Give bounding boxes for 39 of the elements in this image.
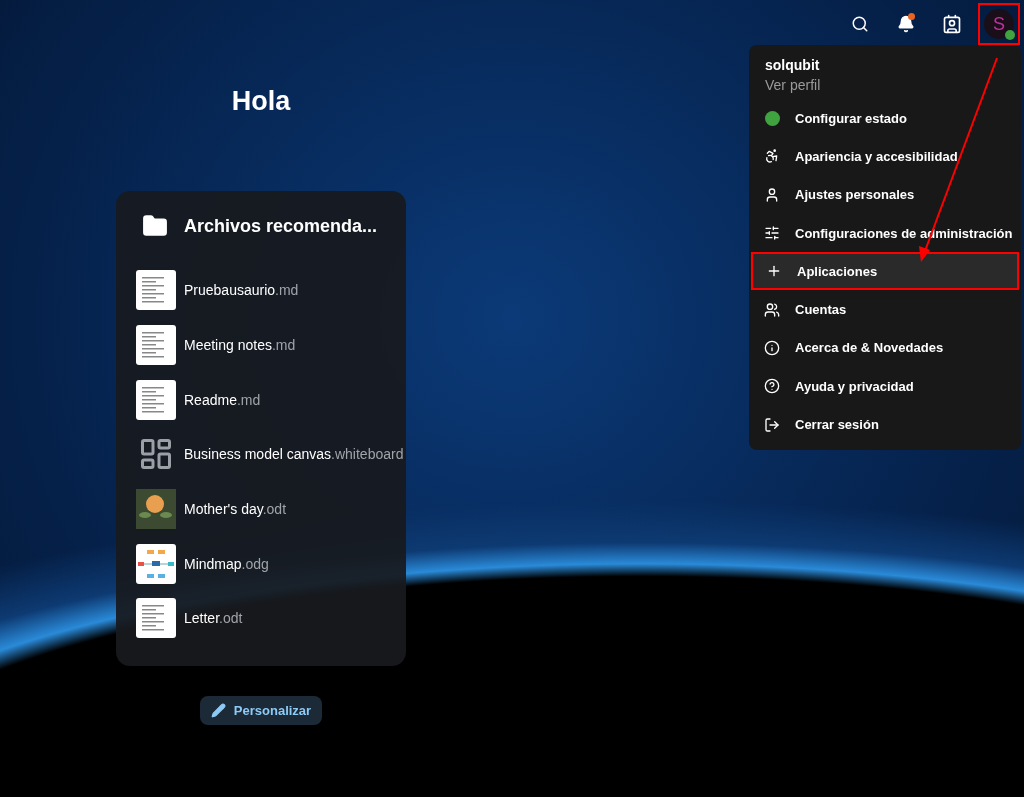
sliders-icon bbox=[764, 225, 780, 242]
menu-item[interactable]: Cerrar sesión bbox=[749, 405, 1021, 444]
avatar-button[interactable]: S bbox=[978, 3, 1020, 45]
file-name[interactable]: Mindmap.odg bbox=[184, 555, 269, 572]
file-name[interactable]: Mother's day.odt bbox=[184, 501, 287, 518]
greeting-heading: Hola bbox=[231, 86, 291, 118]
file-name[interactable]: Pruebausaurio.md bbox=[184, 282, 299, 299]
document-thumbnail bbox=[136, 379, 176, 420]
mindmap-thumbnail bbox=[136, 543, 176, 584]
people-icon bbox=[764, 301, 780, 318]
accessibility-icon bbox=[764, 148, 780, 165]
contact-card-icon bbox=[942, 14, 962, 34]
search-icon bbox=[851, 15, 869, 33]
file-name[interactable]: Business model canvas.whiteboard bbox=[184, 446, 404, 463]
menu-item[interactable]: Configurar estado bbox=[749, 99, 1021, 138]
file-name[interactable]: Letter.odt bbox=[184, 610, 243, 627]
menu-item[interactable]: Ayuda y privacidad bbox=[749, 367, 1021, 406]
file-name[interactable]: Readme.md bbox=[184, 391, 261, 408]
document-thumbnail bbox=[136, 325, 176, 366]
profile-link[interactable]: Ver perfil bbox=[749, 75, 1021, 99]
customize-button[interactable]: Personalizar bbox=[199, 695, 323, 725]
menu-item[interactable]: Aplicaciones bbox=[751, 252, 1019, 291]
username: solqubit bbox=[764, 56, 821, 75]
bell-icon bbox=[897, 15, 915, 33]
person-icon bbox=[764, 186, 780, 203]
card-title: Archivos recomenda... bbox=[184, 215, 378, 237]
flower-photo-placeholder bbox=[136, 489, 176, 530]
logout-icon bbox=[764, 416, 780, 433]
menu-item[interactable]: Acerca de & Novedades bbox=[749, 328, 1021, 368]
help-icon bbox=[764, 378, 780, 395]
menu-item[interactable]: Apariencia y accesibilidad bbox=[749, 137, 1021, 176]
info-icon bbox=[764, 339, 780, 356]
document-thumbnail bbox=[136, 598, 176, 639]
menu-item[interactable]: Ajustes personales bbox=[749, 175, 1021, 214]
pencil-icon bbox=[210, 702, 226, 718]
menu-item[interactable]: Cuentas bbox=[749, 290, 1021, 329]
file-name[interactable]: Meeting notes.md bbox=[184, 337, 296, 354]
document-thumbnail bbox=[136, 270, 176, 311]
folder-icon bbox=[142, 213, 168, 239]
